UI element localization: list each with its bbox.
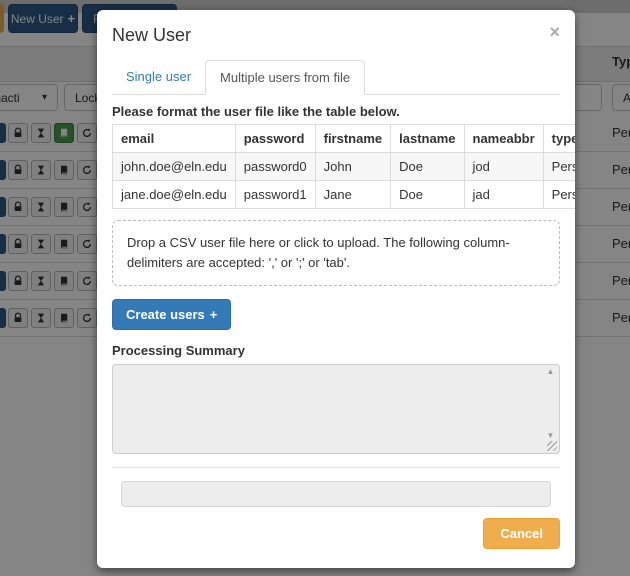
cell-email: jane.doe@eln.edu (112, 180, 236, 209)
cell-type: Person (542, 180, 575, 209)
format-instruction: Please format the user file like the tab… (112, 104, 400, 119)
table-row: john.doe@eln.edu password0 John Doe jod … (112, 152, 575, 181)
header-password: password (234, 124, 316, 153)
table-header-row: email password firstname lastname nameab… (112, 124, 575, 153)
cancel-button[interactable]: Cancel (483, 518, 560, 550)
cell-password: password0 (234, 152, 316, 181)
scroll-up-icon[interactable]: ▲ (547, 368, 555, 376)
cell-nameabbr: jad (463, 180, 544, 209)
header-firstname: firstname (314, 124, 392, 153)
scroll-down-icon[interactable]: ▼ (547, 432, 555, 440)
cell-password: password1 (234, 180, 316, 209)
resize-grip-icon[interactable] (547, 441, 557, 452)
header-email: email (112, 124, 236, 153)
close-icon[interactable]: × (549, 23, 560, 41)
header-type: type (542, 124, 575, 153)
header-lastname: lastname (390, 124, 465, 153)
processing-summary-label: Processing Summary (112, 343, 245, 359)
create-users-button[interactable]: Create users + (112, 299, 232, 331)
scrollbar[interactable]: ▲ ▼ (543, 366, 558, 452)
plus-icon: + (209, 307, 218, 323)
header-nameabbr: nameabbr (463, 124, 544, 153)
cell-lastname: Doe (390, 152, 465, 181)
tab-bar: Single user Multiple users from file (112, 60, 560, 95)
table-row: jane.doe@eln.edu password1 Jane Doe jad … (112, 180, 575, 209)
create-users-label: Create users (126, 307, 205, 323)
sample-user-table: email password firstname lastname nameab… (112, 124, 575, 209)
tab-multiple-users[interactable]: Multiple users from file (205, 60, 366, 95)
cell-firstname: John (314, 152, 392, 181)
modal-footer: Cancel (112, 467, 560, 550)
csv-dropzone[interactable]: Drop a CSV user file here or click to up… (112, 220, 560, 287)
progress-bar (121, 481, 551, 508)
new-user-modal: New User × Single user Multiple users fr… (97, 10, 575, 568)
cell-nameabbr: jod (463, 152, 544, 181)
modal-header: New User × (97, 10, 575, 56)
modal-body: Single user Multiple users from file Ple… (97, 60, 575, 550)
processing-summary-textarea[interactable]: ▲ ▼ (112, 364, 560, 455)
footer-actions: Cancel (112, 507, 560, 550)
cell-type: Person (542, 152, 575, 181)
tab-single-user[interactable]: Single user (112, 60, 205, 94)
cell-firstname: Jane (314, 180, 392, 209)
modal-title: New User (112, 25, 192, 45)
cell-lastname: Doe (390, 180, 465, 209)
cell-email: john.doe@eln.edu (112, 152, 236, 181)
